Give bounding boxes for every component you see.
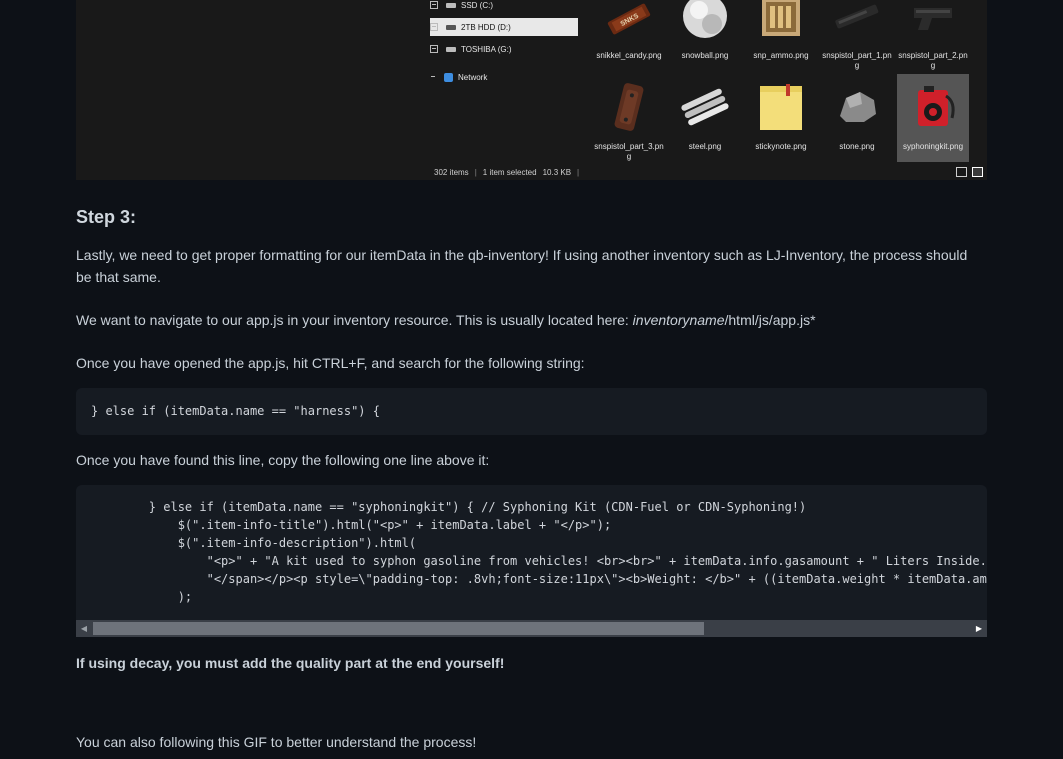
code-line: $(".item-info-description").html( [91,536,417,550]
file-tile-selected[interactable]: syphoningkit.png [897,74,969,162]
candy-bar-icon: SNKS [607,3,651,35]
file-tile[interactable]: steel.png [669,74,741,162]
nav-item-ssd[interactable]: SSD (C:) [430,0,578,14]
code-line: } else if (itemData.name == "harness") { [91,404,380,418]
snowball-icon [683,0,727,38]
expand-icon[interactable] [430,45,438,53]
nav-item-label: 2TB HDD (D:) [461,22,511,32]
code-horizontal-scrollbar[interactable]: ◀ ▶ [76,620,987,637]
file-tile[interactable]: snspistol_part_2.png [897,0,969,76]
expand-icon[interactable] [430,1,438,9]
explorer-nav-pane: SSD (C:) 2TB HDD (D:) TOSHIBA (G:) Netwo… [422,0,579,165]
status-separator: | [577,168,580,177]
explorer-left-pane [76,0,423,180]
paragraph-intro: Lastly, we need to get proper formatting… [76,247,968,285]
file-label: snspistol_part_2.png [898,51,968,70]
code-line: "<p>" + "A kit used to syphon gasoline f… [91,554,987,568]
file-label: steel.png [688,142,722,151]
path-text-emphasis: inventoryname [632,312,725,328]
status-selection: 1 item selected [482,168,537,177]
ammo-box-icon [762,0,800,36]
network-icon [444,72,453,82]
expand-icon[interactable] [430,74,436,80]
nav-item-network[interactable]: Network [430,68,578,86]
file-tile[interactable]: snp_ammo.png [745,0,817,76]
drive-icon [446,46,456,52]
file-tile[interactable]: snowball.png [669,0,741,76]
code-block-snippet[interactable]: } else if (itemData.name == "syphoningki… [76,485,987,620]
code-line: $(".item-info-title").html("<p>" + itemD… [91,518,612,532]
expand-icon[interactable] [430,23,438,31]
drive-icon [446,24,456,30]
path-text-prefix: We want to navigate to our app.js in you… [76,312,633,328]
file-label: stone.png [839,142,875,151]
file-tile[interactable]: snspistol_part_1.png [821,0,893,76]
file-label: snikkel_candy.png [596,51,662,60]
explorer-screenshot: SSD (C:) 2TB HDD (D:) TOSHIBA (G:) Netwo… [76,0,987,180]
pistol-grip-icon [614,83,644,131]
file-tile[interactable]: stickynote.png [745,74,817,162]
scrollbar-thumb[interactable] [93,622,704,635]
code-block-search[interactable]: } else if (itemData.name == "harness") { [76,388,987,435]
details-view-icon[interactable] [956,167,967,177]
paragraph-path: We want to navigate to our app.js in you… [76,309,981,331]
paragraph-search: Once you have opened the app.js, hit CTR… [76,355,585,371]
large-icons-view-icon[interactable] [972,167,983,177]
file-tile[interactable]: SNKS snikkel_candy.png [593,0,665,76]
sticky-note-icon [760,84,802,130]
code-line: } else if (itemData.name == "syphoningki… [91,500,807,514]
nav-item-label: SSD (C:) [461,0,493,10]
nav-item-label: Network [458,72,488,82]
file-tile[interactable]: stone.png [821,74,893,162]
path-text-suffix: /html/js/app.js* [724,312,816,328]
drive-icon [446,2,456,8]
status-size: 10.3 KB [542,168,572,177]
stone-icon [840,92,876,122]
steel-bars-icon [681,88,729,126]
pistol-part-icon [914,8,952,30]
status-separator: | [474,168,477,177]
decay-note: If using decay, you must add the quality… [76,655,505,671]
pistol-part-icon [835,4,879,29]
file-label: snowball.png [681,51,729,60]
file-tile[interactable]: snspistol_part_3.png [593,74,665,162]
file-label: snspistol_part_1.png [822,51,892,70]
fuel-can-icon [918,86,955,126]
file-label: stickynote.png [755,142,807,151]
code-line: "</span></p><p style=\"padding-top: .8vh… [91,572,987,586]
file-label: snspistol_part_3.png [594,142,664,161]
explorer-file-grid: SNKS snikkel_candy.png snowball.png snp_… [579,0,987,165]
status-item-count: 302 items [434,168,469,177]
paragraph-copy: Once you have found this line, copy the … [76,452,490,468]
nav-item-2tb-hdd[interactable]: 2TB HDD (D:) [430,18,578,36]
scroll-left-icon[interactable]: ◀ [76,620,92,637]
gif-note: You can also following this GIF to bette… [76,734,477,750]
nav-item-label: TOSHIBA (G:) [461,44,512,54]
code-line: ); [91,590,193,604]
file-label: snp_ammo.png [753,51,809,60]
file-label: syphoningkit.png [902,142,964,151]
scroll-right-icon[interactable]: ▶ [971,620,987,637]
step-heading: Step 3: [76,207,137,227]
nav-item-toshiba[interactable]: TOSHIBA (G:) [430,40,578,58]
explorer-status-bar: 302 items | 1 item selected 10.3 KB | [422,165,987,180]
